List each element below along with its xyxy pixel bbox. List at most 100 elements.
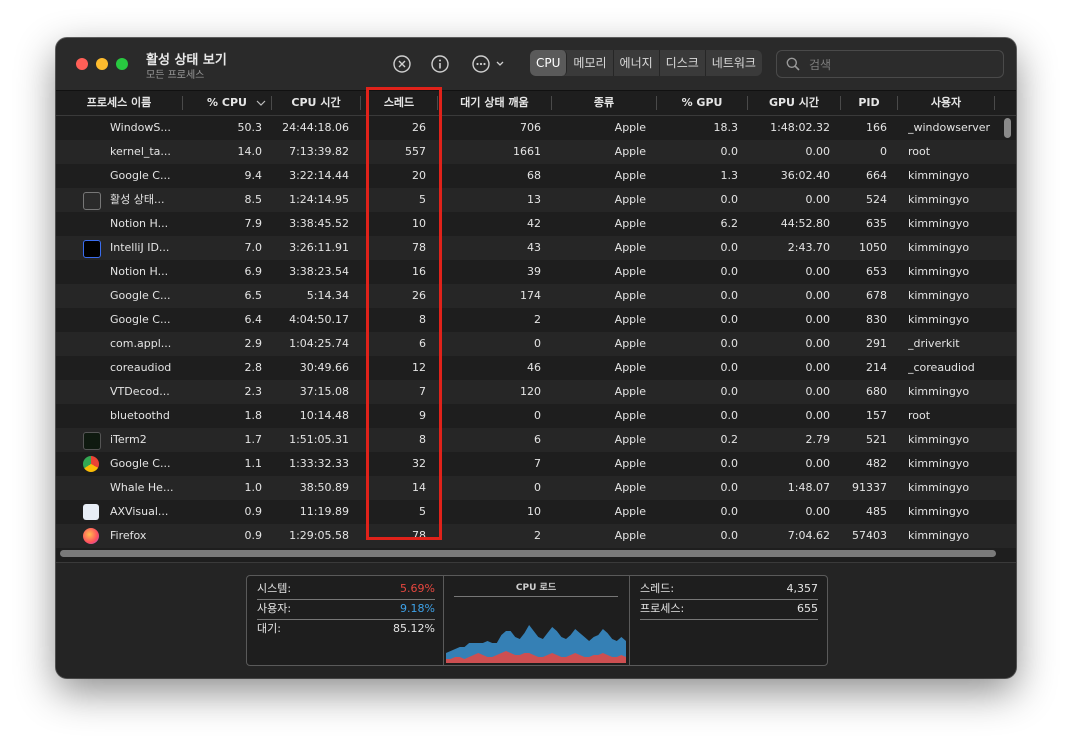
table-row[interactable]: com.appl... 2.9 1:04:25.74 6 0 Apple 0.0 0.00 29…	[56, 332, 1016, 356]
info-circle-icon[interactable]	[430, 54, 450, 74]
gpu-percent-cell: 1.3	[720, 169, 739, 182]
gpu-time-cell: 0.00	[805, 337, 831, 350]
gpu-percent-cell: 0.0	[720, 361, 739, 374]
kind-cell: Apple	[614, 361, 646, 374]
process-name-cell: Whale He...	[110, 481, 174, 494]
gpu-percent-cell: 0.2	[720, 433, 739, 446]
cpu-time-cell: 4:04:50.17	[289, 313, 349, 326]
x-circle-icon[interactable]	[392, 54, 412, 74]
table-row[interactable]: VTDecod... 2.3 37:15.08 7 120 Apple 0.0 0.00 680…	[56, 380, 1016, 404]
zoom-window-button[interactable]	[116, 58, 128, 70]
table-row[interactable]: bluetoothd 1.8 10:14.48 9 0 Apple 0.0 0.00 157 ro…	[56, 404, 1016, 428]
idle-wakeups-cell: 43	[527, 241, 541, 254]
table-row[interactable]: iTerm2 1.7 1:51:05.31 8 6 Apple 0.2 2.79 521 kimm…	[56, 428, 1016, 452]
tab-energy[interactable]: 에너지	[614, 50, 660, 76]
user-cell: kimmingyo	[908, 289, 970, 302]
user-cell: kimmingyo	[908, 241, 970, 254]
kind-cell: Apple	[614, 313, 646, 326]
table-row[interactable]: coreaudiod 2.8 30:49.66 12 46 Apple 0.0 0.00 214…	[56, 356, 1016, 380]
cpu-percent-cell: 0.9	[244, 529, 263, 542]
table-row[interactable]: AXVisual... 0.9 11:19.89 5 10 Apple 0.0 0.00 485…	[56, 500, 1016, 524]
process-name-cell: Firefox	[110, 529, 147, 542]
system-label: 시스템:	[257, 582, 292, 595]
activity-monitor-window: 활성 상태 보기 모든 프로세스 CPU 메모리 에너지 디스크 네트워크 프로…	[56, 38, 1016, 678]
cpu-percent-cell: 8.5	[244, 193, 263, 206]
kind-cell: Apple	[614, 193, 646, 206]
column-pid[interactable]: PID	[841, 91, 897, 115]
ellipsis-circle-icon[interactable]	[471, 54, 509, 74]
table-row[interactable]: Google C... 6.4 4:04:50.17 8 2 Apple 0.0 0.00 83…	[56, 308, 1016, 332]
chrome-icon	[83, 456, 99, 472]
table-row[interactable]: WindowS... 50.3 24:44:18.06 26 706 Apple 18.3 1…	[56, 116, 1016, 140]
column-idle-wakeups[interactable]: 대기 상태 깨움	[438, 91, 551, 115]
cpu-time-cell: 24:44:18.06	[282, 121, 349, 134]
gpu-time-cell: 7:04.62	[787, 529, 830, 542]
table-row[interactable]: Notion H... 7.9 3:38:45.52 10 42 Apple 6.2 44:5…	[56, 212, 1016, 236]
column-user[interactable]: 사용자	[898, 91, 994, 115]
table-row[interactable]: Google C... 6.5 5:14.34 26 174 Apple 0.0 0.00 67…	[56, 284, 1016, 308]
cpu-load-chart	[446, 625, 626, 663]
table-row[interactable]: IntelliJ ID... 7.0 3:26:11.91 78 43 Apple 0.0 2…	[56, 236, 1016, 260]
column-process-name[interactable]: 프로세스 이름	[56, 91, 182, 115]
table-row[interactable]: kernel_ta... 14.0 7:13:39.82 557 1661 Apple 0.…	[56, 140, 1016, 164]
gpu-percent-cell: 0.0	[720, 529, 739, 542]
process-name-cell: iTerm2	[110, 433, 147, 446]
cpu-time-cell: 1:24:14.95	[289, 193, 349, 206]
pid-cell: 0	[880, 145, 887, 158]
firefox-icon	[83, 528, 99, 544]
table-row[interactable]: Google C... 9.4 3:22:14.44 20 68 Apple 1.3 36:0…	[56, 164, 1016, 188]
kind-cell: Apple	[614, 433, 646, 446]
search-input[interactable]	[807, 55, 991, 75]
cpu-summary-panel: 시스템: 5.69% 사용자: 9.18% 대기: 85.12% CPU 로드	[246, 575, 828, 666]
kind-cell: Apple	[614, 385, 646, 398]
tab-cpu[interactable]: CPU	[530, 50, 568, 76]
column-kind[interactable]: 종류	[552, 91, 656, 115]
horizontal-scrollbar[interactable]	[56, 548, 1016, 560]
gpu-time-cell: 36:02.40	[780, 169, 830, 182]
gpu-time-cell: 0.00	[805, 361, 831, 374]
idle-wakeups-cell: 0	[534, 337, 541, 350]
user-cell: kimmingyo	[908, 217, 970, 230]
pid-cell: 635	[866, 217, 887, 230]
gpu-time-cell: 1:48:02.32	[770, 121, 830, 134]
search-field[interactable]	[776, 50, 1004, 78]
tab-network[interactable]: 네트워크	[706, 50, 762, 76]
process-name-cell: 활성 상태...	[110, 193, 165, 206]
system-stat: 시스템: 5.69%	[257, 579, 435, 599]
idle-wakeups-cell: 13	[527, 193, 541, 206]
tab-memory[interactable]: 메모리	[567, 50, 614, 76]
cpu-time-cell: 3:26:11.91	[289, 241, 349, 254]
close-window-button[interactable]	[76, 58, 88, 70]
gpu-time-cell: 0.00	[805, 385, 831, 398]
pid-cell: 524	[866, 193, 887, 206]
table-row[interactable]: Whale He... 1.0 38:50.89 14 0 Apple 0.0 1:48.07…	[56, 476, 1016, 500]
tab-disk[interactable]: 디스크	[660, 50, 706, 76]
gpu-time-cell: 44:52.80	[780, 217, 830, 230]
cpu-time-cell: 1:33:32.33	[289, 457, 349, 470]
minimize-window-button[interactable]	[96, 58, 108, 70]
column-gpu-percent[interactable]: % GPU	[657, 91, 747, 115]
footer: 시스템: 5.69% 사용자: 9.18% 대기: 85.12% CPU 로드	[56, 562, 1016, 678]
vertical-scrollbar[interactable]	[1004, 118, 1011, 138]
idle-wakeups-cell: 46	[527, 361, 541, 374]
column-cpu-time[interactable]: CPU 시간	[272, 91, 360, 115]
cpu-percent-cell: 6.5	[244, 289, 263, 302]
cpu-percent-cell: 1.1	[244, 457, 263, 470]
cpu-percent-cell: 2.9	[244, 337, 263, 350]
toolbar: 활성 상태 보기 모든 프로세스 CPU 메모리 에너지 디스크 네트워크	[56, 38, 1016, 91]
cpu-time-cell: 30:49.66	[299, 361, 349, 374]
cpu-load-title: CPU 로드	[515, 583, 557, 593]
table-row[interactable]: Firefox 0.9 1:29:05.58 78 2 Apple 0.0 7:04.62 57…	[56, 524, 1016, 548]
process-table: WindowS... 50.3 24:44:18.06 2 6 706 Apple 18.3 1…	[56, 116, 1016, 548]
table-row[interactable]: Notion H... 6.9 3:38:23.54 16 39 Apple 0.0 0.00…	[56, 260, 1016, 284]
cpu-time-cell: 1:51:05.31	[289, 433, 349, 446]
table-row[interactable]: 활성 상태... 8.5 1:24:14.95 5 13 Apple 0.0 0.00 524 k…	[56, 188, 1016, 212]
table-row[interactable]: Google C... 1.1 1:33:32.33 32 7 Apple 0.0 0.00 4…	[56, 452, 1016, 476]
process-name-cell: WindowS...	[110, 121, 171, 134]
process-name-cell: Google C...	[110, 457, 171, 470]
column-gpu-time[interactable]: GPU 시간	[748, 91, 840, 115]
gpu-time-cell: 0.00	[805, 265, 831, 278]
threads-value: 4,357	[786, 582, 819, 595]
horizontal-scroll-thumb[interactable]	[60, 550, 996, 557]
cpu-time-cell: 5:14.34	[306, 289, 349, 302]
